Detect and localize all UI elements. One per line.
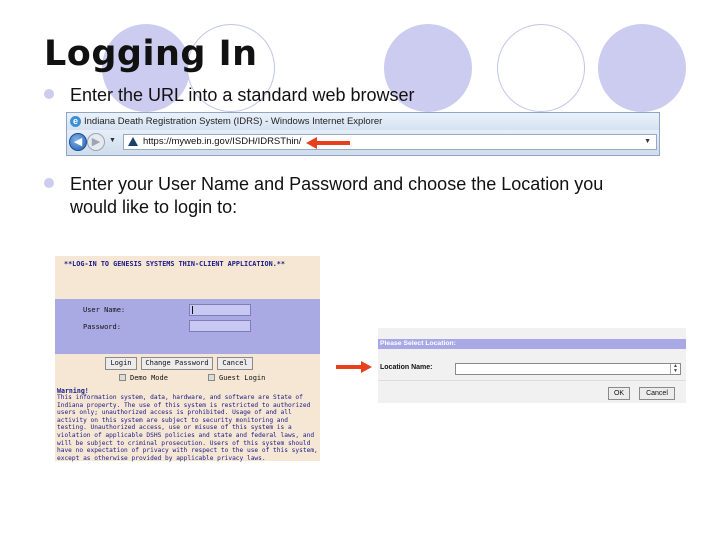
- change-password-button[interactable]: Change Password: [141, 357, 213, 370]
- bullet-dot-1: [44, 89, 54, 99]
- login-panel: **LOG-IN TO GENESIS SYSTEMS THIN-CLIENT …: [55, 256, 320, 462]
- guest-login-label: Guest Login: [219, 374, 266, 382]
- bullet-1-text: Enter the URL into a standard web browse…: [70, 85, 415, 105]
- location-band-label: Please Select Location:: [380, 340, 456, 347]
- dropdown-icon[interactable]: ▼: [109, 137, 116, 144]
- browser-nav-row: ◀ ▶ ▼ https://myweb.in.gov/ISDH/IDRSThin…: [67, 130, 659, 155]
- login-button[interactable]: Login: [105, 357, 137, 370]
- decorative-circle-5: [598, 24, 686, 112]
- password-label: Password:: [83, 323, 121, 331]
- warning-text: This information system, data, hardware,…: [57, 394, 318, 462]
- url-pointer-arrow-icon: [306, 137, 350, 149]
- text-caret: [192, 306, 193, 314]
- location-pointer-arrow-icon: [336, 361, 372, 373]
- location-panel: Please Select Location: Location Name: ▲…: [378, 328, 686, 403]
- guest-login-checkbox[interactable]: [208, 374, 215, 381]
- location-divider: [378, 380, 686, 381]
- bullet-2-line-1: Enter your User Name and Password and ch…: [70, 174, 604, 194]
- demo-mode-checkbox[interactable]: [119, 374, 126, 381]
- demo-mode-label: Demo Mode: [130, 374, 168, 382]
- location-name-label: Location Name:: [380, 364, 433, 371]
- location-cancel-button[interactable]: Cancel: [639, 387, 675, 400]
- decorative-circle-4: [497, 24, 585, 112]
- username-label: User Name:: [83, 306, 126, 314]
- browser-window-title: Indiana Death Registration System (IDRS)…: [84, 116, 383, 127]
- bullet-dot-2: [44, 178, 54, 188]
- back-arrow-icon[interactable]: ◀: [69, 133, 87, 151]
- bullet-2-line-2: would like to login to:: [70, 197, 238, 217]
- cancel-button[interactable]: Cancel: [217, 357, 253, 370]
- address-dropdown-icon[interactable]: ▼: [644, 135, 651, 149]
- address-url: https://myweb.in.gov/ISDH/IDRSThin/: [143, 136, 302, 147]
- ok-button[interactable]: OK: [608, 387, 630, 400]
- page-icon: [128, 137, 138, 146]
- login-header: **LOG-IN TO GENESIS SYSTEMS THIN-CLIENT …: [64, 260, 285, 268]
- password-input[interactable]: [189, 320, 251, 332]
- browser-window: e Indiana Death Registration System (IDR…: [66, 112, 660, 156]
- username-input[interactable]: [189, 304, 251, 316]
- select-spinner-icon[interactable]: ▲ ▼: [670, 364, 680, 374]
- address-bar[interactable]: https://myweb.in.gov/ISDH/IDRSThin/ ▼: [123, 134, 657, 150]
- location-select[interactable]: ▲ ▼: [455, 363, 681, 375]
- location-band: Please Select Location:: [378, 339, 686, 349]
- forward-arrow-icon[interactable]: ▶: [87, 133, 105, 151]
- ie-logo-icon: e: [70, 116, 81, 127]
- slide-title: Logging In: [44, 34, 258, 74]
- browser-titlebar: e Indiana Death Registration System (IDR…: [67, 113, 659, 130]
